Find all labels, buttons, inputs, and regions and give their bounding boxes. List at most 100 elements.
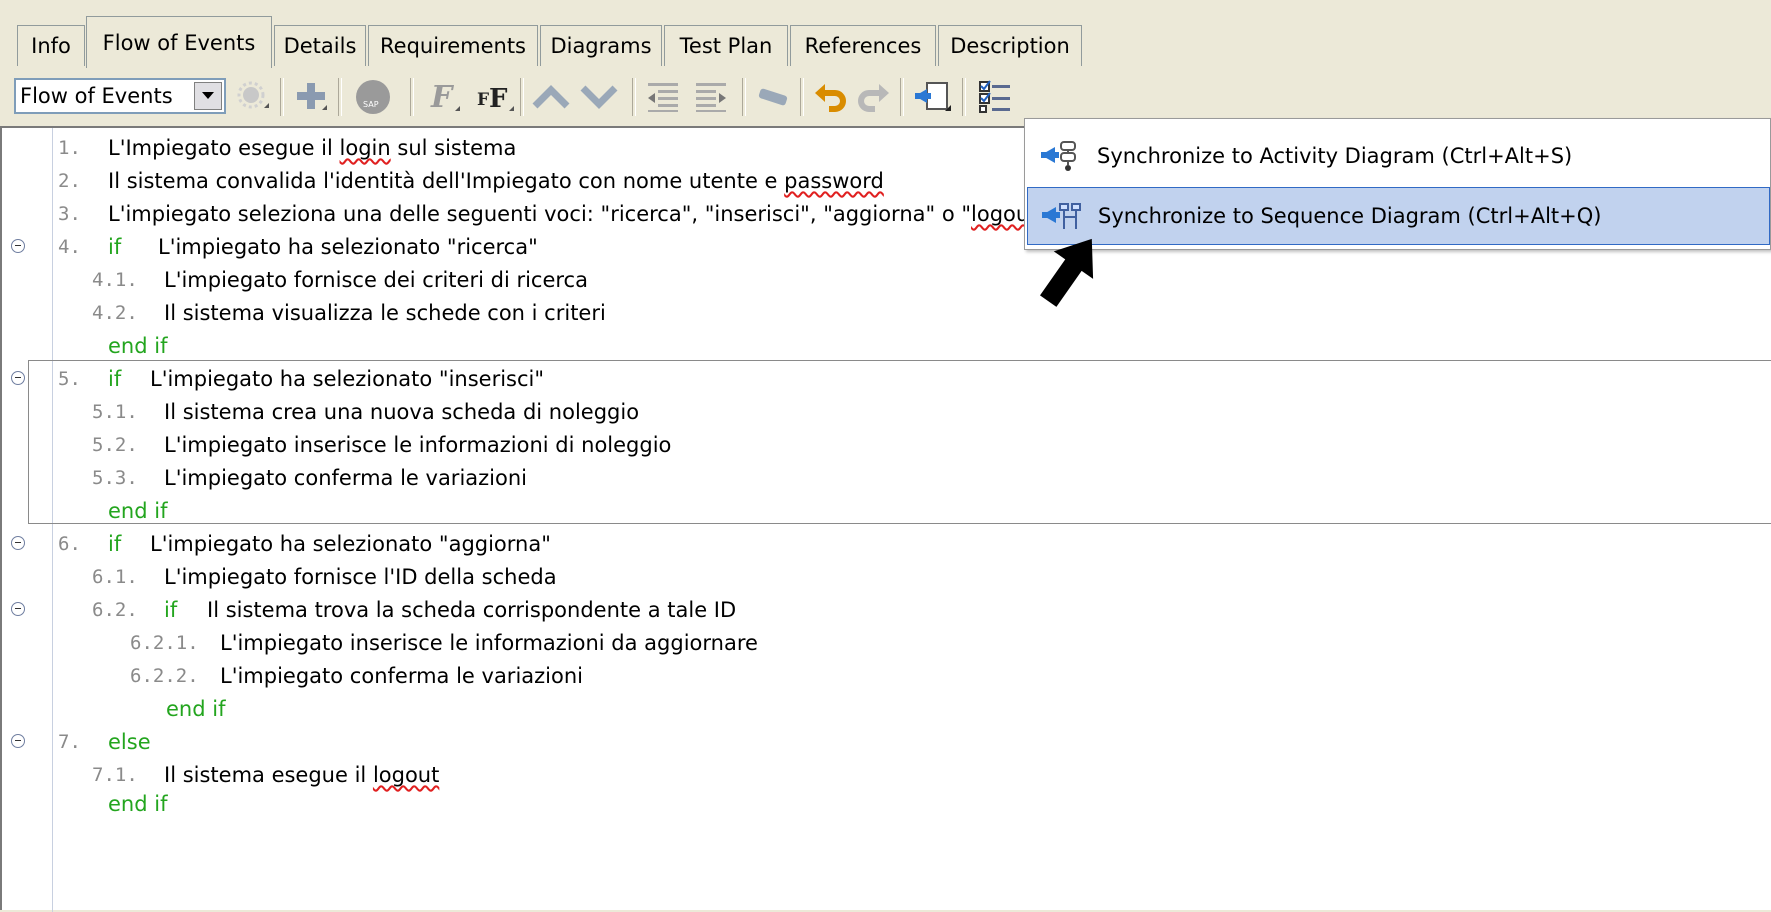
collapse-icon[interactable] — [11, 536, 25, 550]
keyword-if: if — [108, 235, 122, 259]
extension-point-icon[interactable] — [230, 76, 276, 118]
flow-step-row[interactable]: 6.1. L'impiegato fornisce l'ID della sch… — [2, 561, 1771, 594]
link-icon[interactable] — [750, 76, 796, 118]
tab-details[interactable]: Details — [274, 25, 366, 66]
step-text: Il sistema visualizza le schede con i cr… — [164, 301, 606, 325]
move-down-icon[interactable] — [576, 76, 622, 118]
menu-item-sync-activity-diagram[interactable]: Synchronize to Activity Diagram (Ctrl+Al… — [1027, 127, 1770, 185]
step-number: 4.1. — [92, 269, 138, 291]
flow-type-select[interactable]: Flow of Events — [14, 78, 226, 114]
collapse-icon[interactable] — [11, 371, 25, 385]
menu-item-label: Synchronize to Activity Diagram (Ctrl+Al… — [1097, 144, 1573, 168]
menu-item-sync-sequence-diagram[interactable]: Synchronize to Sequence Diagram (Ctrl+Al… — [1027, 187, 1770, 245]
flow-step-row[interactable]: end if — [2, 788, 1771, 821]
tab-label: Diagrams — [550, 34, 652, 58]
step-text: L'impiegato inserisce le informazioni di… — [164, 433, 672, 457]
tab-test-plan[interactable]: Test Plan — [664, 25, 788, 66]
keyword-else: else — [108, 730, 151, 754]
toolbar-separator — [410, 78, 414, 116]
tab-label: Requirements — [380, 34, 526, 58]
tab-label: Description — [950, 34, 1070, 58]
step-number: 6.2. — [92, 599, 138, 621]
step-text-part: sul sistema — [390, 136, 517, 160]
step-text: L'impiegato fornisce dei criteri di rice… — [164, 268, 588, 292]
tab-label: Info — [31, 34, 71, 58]
step-number: 5.2. — [92, 434, 138, 456]
flow-step-row[interactable]: 5. if L'impiegato ha selezionato "inseri… — [2, 363, 1771, 396]
tab-label: References — [804, 34, 922, 58]
move-up-icon[interactable] — [528, 76, 574, 118]
synchronize-icon[interactable] — [910, 76, 956, 118]
collapse-icon[interactable] — [11, 602, 25, 616]
tab-diagrams[interactable]: Diagrams — [540, 25, 662, 66]
tab-label: Test Plan — [679, 34, 773, 58]
step-text: Il sistema crea una nuova scheda di nole… — [164, 400, 640, 424]
step-number: 3. — [58, 203, 81, 225]
italic-f-icon[interactable]: F — [420, 76, 466, 118]
redo-icon[interactable] — [850, 76, 896, 118]
toolbar-separator — [520, 78, 524, 116]
step-number: 5.1. — [92, 401, 138, 423]
svg-text:F: F — [477, 90, 489, 110]
tab-flow-of-events[interactable]: Flow of Events — [86, 16, 272, 68]
tab-label: Details — [283, 34, 357, 58]
step-text: L'impiegato ha selezionato "inserisci" — [150, 367, 545, 391]
step-number: 4.2. — [92, 302, 138, 324]
flow-type-value: Flow of Events — [20, 84, 173, 108]
step-number: 6.2.2. — [130, 665, 199, 687]
toolbar-separator — [742, 78, 746, 116]
step-text: L'impiegato seleziona una delle seguenti… — [108, 198, 1047, 231]
step-text: L'impiegato fornisce l'ID della scheda — [164, 565, 557, 589]
outdent-icon[interactable] — [640, 76, 686, 118]
toolbar-separator — [280, 78, 284, 116]
flow-step-row[interactable]: 4.1. L'impiegato fornisce dei criteri di… — [2, 264, 1771, 297]
indent-icon[interactable] — [688, 76, 734, 118]
flow-step-row[interactable]: 4.2. Il sistema visualizza le schede con… — [2, 297, 1771, 330]
step-text: L'impiegato conferma le variazioni — [220, 664, 583, 688]
flow-step-row[interactable]: 6.2. if Il sistema trova la scheda corri… — [2, 594, 1771, 627]
flow-step-row[interactable]: 5.1. Il sistema crea una nuova scheda di… — [2, 396, 1771, 429]
step-text-part: L'impiegato seleziona una delle seguenti… — [108, 202, 972, 226]
flow-step-row[interactable]: end if — [2, 330, 1771, 363]
keyword-if: if — [108, 367, 122, 391]
format-fe-icon[interactable]: FF — [472, 76, 518, 118]
tab-bar: Info Flow of Events Details Requirements… — [0, 0, 1771, 68]
flow-step-row[interactable]: 6.2.1. L'impiegato inserisce le informaz… — [2, 627, 1771, 660]
step-number: 6.2.1. — [130, 632, 199, 654]
flow-step-row[interactable]: 5.3. L'impiegato conferma le variazioni — [2, 462, 1771, 495]
flow-step-row[interactable]: end if — [2, 693, 1771, 726]
flow-step-row[interactable]: 6. if L'impiegato ha selezionato "aggior… — [2, 528, 1771, 561]
collapse-icon[interactable] — [11, 239, 25, 253]
keyword-end-if: end if — [108, 792, 168, 816]
svg-text:SAP: SAP — [363, 100, 379, 109]
chevron-down-icon[interactable] — [194, 82, 222, 110]
flow-step-row[interactable]: end if — [2, 495, 1771, 528]
flow-step-row[interactable]: 6.2.2. L'impiegato conferma le variazion… — [2, 660, 1771, 693]
keyword-if: if — [164, 598, 178, 622]
synchronize-menu: Synchronize to Activity Diagram (Ctrl+Al… — [1024, 118, 1771, 250]
flow-step-row[interactable]: 7. else — [2, 726, 1771, 759]
step-text: Il sistema convalida l'identità dell'Imp… — [108, 165, 884, 198]
step-text: L'impiegato ha selezionato "aggiorna" — [150, 532, 551, 556]
tab-requirements[interactable]: Requirements — [368, 25, 538, 66]
toolbar-separator — [900, 78, 904, 116]
step-text: L'impiegato conferma le variazioni — [164, 466, 527, 490]
step-text-part: Il sistema convalida l'identità dell'Imp… — [108, 169, 785, 193]
flow-step-row[interactable]: 5.2. L'impiegato inserisce le informazio… — [2, 429, 1771, 462]
tab-description[interactable]: Description — [938, 25, 1082, 66]
step-number: 5. — [58, 368, 81, 390]
step-text: L'impiegato inserisce le informazioni da… — [220, 631, 758, 655]
undo-icon[interactable] — [808, 76, 854, 118]
tab-references[interactable]: References — [790, 25, 936, 66]
tab-label: Flow of Events — [102, 30, 256, 55]
add-step-icon[interactable] — [288, 76, 334, 118]
sap-icon[interactable]: SAP — [350, 76, 396, 118]
checklist-icon[interactable] — [972, 76, 1018, 118]
misspelled-word: login — [339, 136, 391, 160]
collapse-icon[interactable] — [11, 734, 25, 748]
menu-item-label: Synchronize to Sequence Diagram (Ctrl+Al… — [1098, 204, 1602, 228]
tab-info[interactable]: Info — [17, 25, 85, 66]
toolbar-separator — [338, 78, 342, 116]
mouse-pointer-icon — [1030, 230, 1110, 315]
step-number: 4. — [58, 236, 81, 258]
